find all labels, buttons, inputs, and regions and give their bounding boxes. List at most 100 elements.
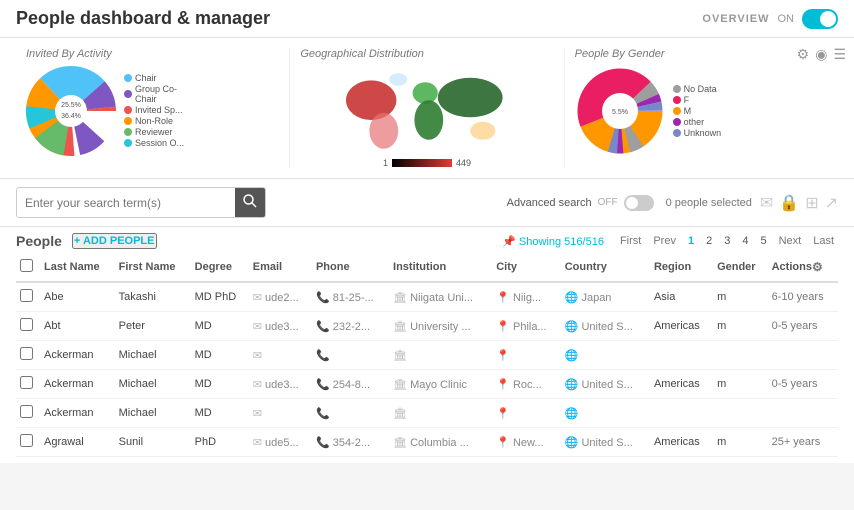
cell-last-name: Agrawal bbox=[40, 428, 115, 457]
cell-city: 📍 Niig... bbox=[492, 282, 560, 312]
row-checkbox[interactable] bbox=[20, 347, 33, 360]
row-checkbox-cell[interactable] bbox=[16, 312, 40, 341]
col-gender[interactable]: Gender bbox=[713, 253, 768, 282]
col-city[interactable]: City bbox=[492, 253, 560, 282]
selected-count: 0 people selected bbox=[666, 197, 752, 209]
cell-degree: MD bbox=[191, 341, 249, 370]
cell-email: ✉ bbox=[249, 341, 312, 370]
cell-institution: 🏛 bbox=[389, 399, 492, 428]
col-email[interactable]: Email bbox=[249, 253, 312, 282]
row-checkbox-cell[interactable] bbox=[16, 399, 40, 428]
lock-icon[interactable]: 🔒 bbox=[779, 193, 799, 213]
last-page-link[interactable]: Last bbox=[809, 234, 838, 248]
select-all-col[interactable] bbox=[16, 253, 40, 282]
page-2-link[interactable]: 2 bbox=[702, 234, 716, 248]
search-input-wrap bbox=[16, 187, 266, 218]
cell-last-name: Ackerman bbox=[40, 370, 115, 399]
cell-first-name: Takashi bbox=[115, 282, 191, 312]
cell-phone: 📞 232-2... bbox=[312, 312, 389, 341]
people-label: People bbox=[16, 233, 62, 249]
cell-gender bbox=[713, 341, 768, 370]
map-container: 1 449 bbox=[300, 66, 553, 168]
cell-first-name: Michael bbox=[115, 370, 191, 399]
page-title: People dashboard & manager bbox=[16, 8, 270, 29]
invited-pie-container: 25.5% 36.4% Chair Group Co-Chair Invited… bbox=[26, 66, 279, 156]
row-checkbox[interactable] bbox=[20, 289, 33, 302]
advanced-label: Advanced search bbox=[507, 197, 592, 209]
page-5-link[interactable]: 5 bbox=[756, 234, 770, 248]
col-region[interactable]: Region bbox=[650, 253, 713, 282]
advanced-search: Advanced search OFF bbox=[507, 195, 654, 211]
search-right: Advanced search OFF 0 people selected ✉ … bbox=[507, 193, 838, 213]
col-first-name[interactable]: First Name bbox=[115, 253, 191, 282]
col-phone[interactable]: Phone bbox=[312, 253, 389, 282]
overview-label: OVERVIEW bbox=[702, 13, 769, 25]
merge-icon[interactable]: ⊞ bbox=[805, 193, 818, 213]
row-checkbox[interactable] bbox=[20, 376, 33, 389]
search-icon bbox=[243, 194, 257, 208]
cell-institution: 🏛 Niigata Uni... bbox=[389, 282, 492, 312]
cell-first-name: Sunil bbox=[115, 428, 191, 457]
cell-degree: PhD bbox=[191, 428, 249, 457]
col-institution[interactable]: Institution bbox=[389, 253, 492, 282]
row-checkbox-cell[interactable] bbox=[16, 428, 40, 457]
row-checkbox-cell[interactable] bbox=[16, 370, 40, 399]
header: People dashboard & manager OVERVIEW ON bbox=[0, 0, 854, 38]
cell-gender: m bbox=[713, 312, 768, 341]
cell-email: ✉ ude3... bbox=[249, 312, 312, 341]
first-page-link[interactable]: First bbox=[616, 234, 645, 248]
search-input[interactable] bbox=[17, 190, 235, 216]
cell-phone: 📞 354-2... bbox=[312, 428, 389, 457]
export-icon[interactable]: ↗ bbox=[825, 193, 838, 213]
geographical-panel: Geographical Distribution bbox=[290, 48, 564, 168]
cell-country: 🌐 bbox=[561, 341, 650, 370]
cell-city: 📍 New... bbox=[492, 428, 560, 457]
advanced-toggle[interactable] bbox=[624, 195, 654, 211]
email-icon[interactable]: ✉ bbox=[760, 193, 773, 213]
table-row: Abe Takashi MD PhD ✉ ude2... 📞 81-25-...… bbox=[16, 282, 838, 312]
col-actions[interactable]: Actions ⚙ bbox=[768, 253, 838, 282]
cell-gender: m bbox=[713, 370, 768, 399]
svg-text:36.4%: 36.4% bbox=[61, 113, 81, 120]
cell-email: ✉ ude5... bbox=[249, 428, 312, 457]
col-last-name[interactable]: Last Name bbox=[40, 253, 115, 282]
row-checkbox[interactable] bbox=[20, 318, 33, 331]
overview-toggle[interactable] bbox=[802, 9, 838, 29]
actions-gear-icon[interactable]: ⚙ bbox=[812, 260, 823, 274]
cell-city: 📍 Roc... bbox=[492, 370, 560, 399]
row-checkbox[interactable] bbox=[20, 434, 33, 447]
cell-actions: 25+ years bbox=[768, 428, 838, 457]
cell-phone: 📞 254-8... bbox=[312, 370, 389, 399]
settings-icon[interactable]: ⚙ bbox=[797, 46, 810, 63]
action-icons: ✉ 🔒 ⊞ ↗ bbox=[760, 193, 838, 213]
row-checkbox-cell[interactable] bbox=[16, 341, 40, 370]
cell-phone: 📞 81-25-... bbox=[312, 282, 389, 312]
row-checkbox[interactable] bbox=[20, 405, 33, 418]
page-4-link[interactable]: 4 bbox=[738, 234, 752, 248]
people-table: Last Name First Name Degree Email Phone … bbox=[16, 253, 838, 457]
cell-actions bbox=[768, 399, 838, 428]
col-degree[interactable]: Degree bbox=[191, 253, 249, 282]
cell-actions: 0-5 years bbox=[768, 370, 838, 399]
prev-page-link[interactable]: Prev bbox=[649, 234, 680, 248]
page-1-link[interactable]: 1 bbox=[684, 234, 698, 248]
gender-donut-container: 5.5% No Data F M other Unknown bbox=[575, 66, 828, 156]
list-view-icon[interactable]: ☰ bbox=[833, 46, 846, 63]
cell-city: 📍 bbox=[492, 341, 560, 370]
next-page-link[interactable]: Next bbox=[775, 234, 806, 248]
cell-last-name: Ackerman bbox=[40, 341, 115, 370]
table-header-row: Last Name First Name Degree Email Phone … bbox=[16, 253, 838, 282]
charts-section: ⚙ ◉ ☰ Invited By Activity 25.5% 36.4% bbox=[0, 38, 854, 179]
chart-view-icon[interactable]: ◉ bbox=[815, 46, 827, 63]
world-map bbox=[332, 66, 522, 156]
page-3-link[interactable]: 3 bbox=[720, 234, 734, 248]
add-people-button[interactable]: + ADD PEOPLE bbox=[72, 233, 157, 249]
cell-region bbox=[650, 399, 713, 428]
svg-text:25.5%: 25.5% bbox=[61, 102, 81, 109]
search-button[interactable] bbox=[235, 188, 265, 217]
cell-region: Asia bbox=[650, 282, 713, 312]
col-country[interactable]: Country bbox=[561, 253, 650, 282]
select-all-checkbox[interactable] bbox=[20, 259, 33, 272]
row-checkbox-cell[interactable] bbox=[16, 282, 40, 312]
cell-first-name: Michael bbox=[115, 399, 191, 428]
